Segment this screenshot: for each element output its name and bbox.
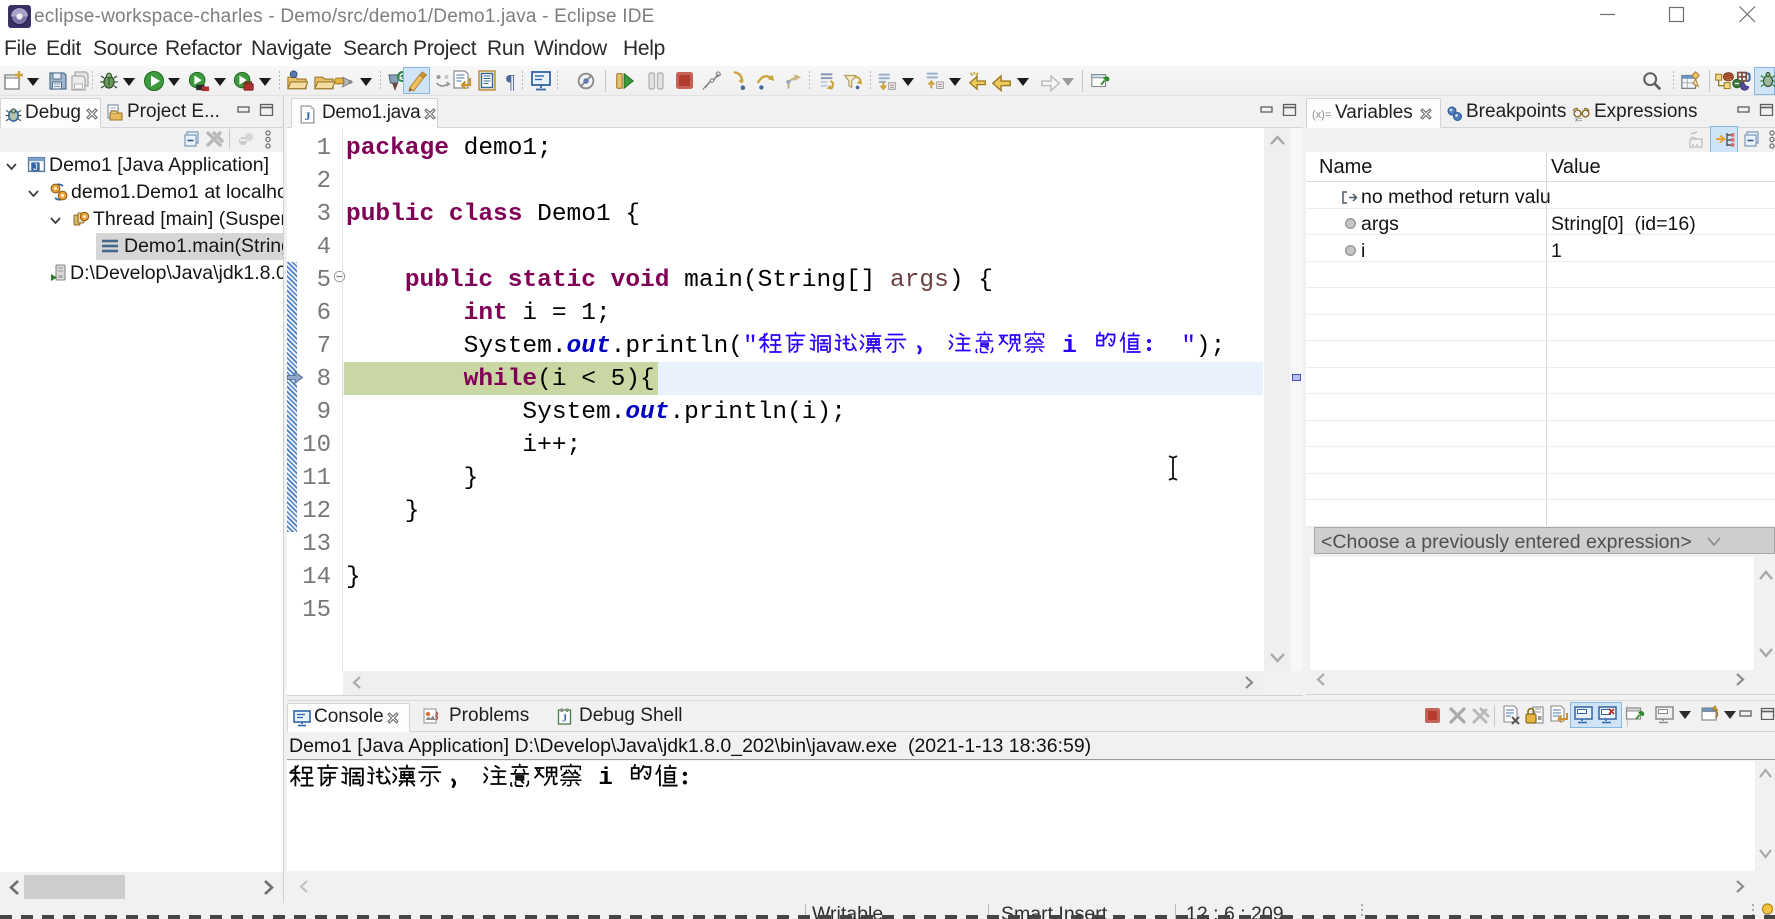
svg-text:x=: x= [1575,117,1582,123]
svg-text:J: J [33,162,37,172]
svg-text:¶: ¶ [506,71,515,93]
svg-text:J: J [305,110,311,123]
svg-text:J: J [562,714,567,725]
svg-text:(x)=: (x)= [1312,109,1331,121]
